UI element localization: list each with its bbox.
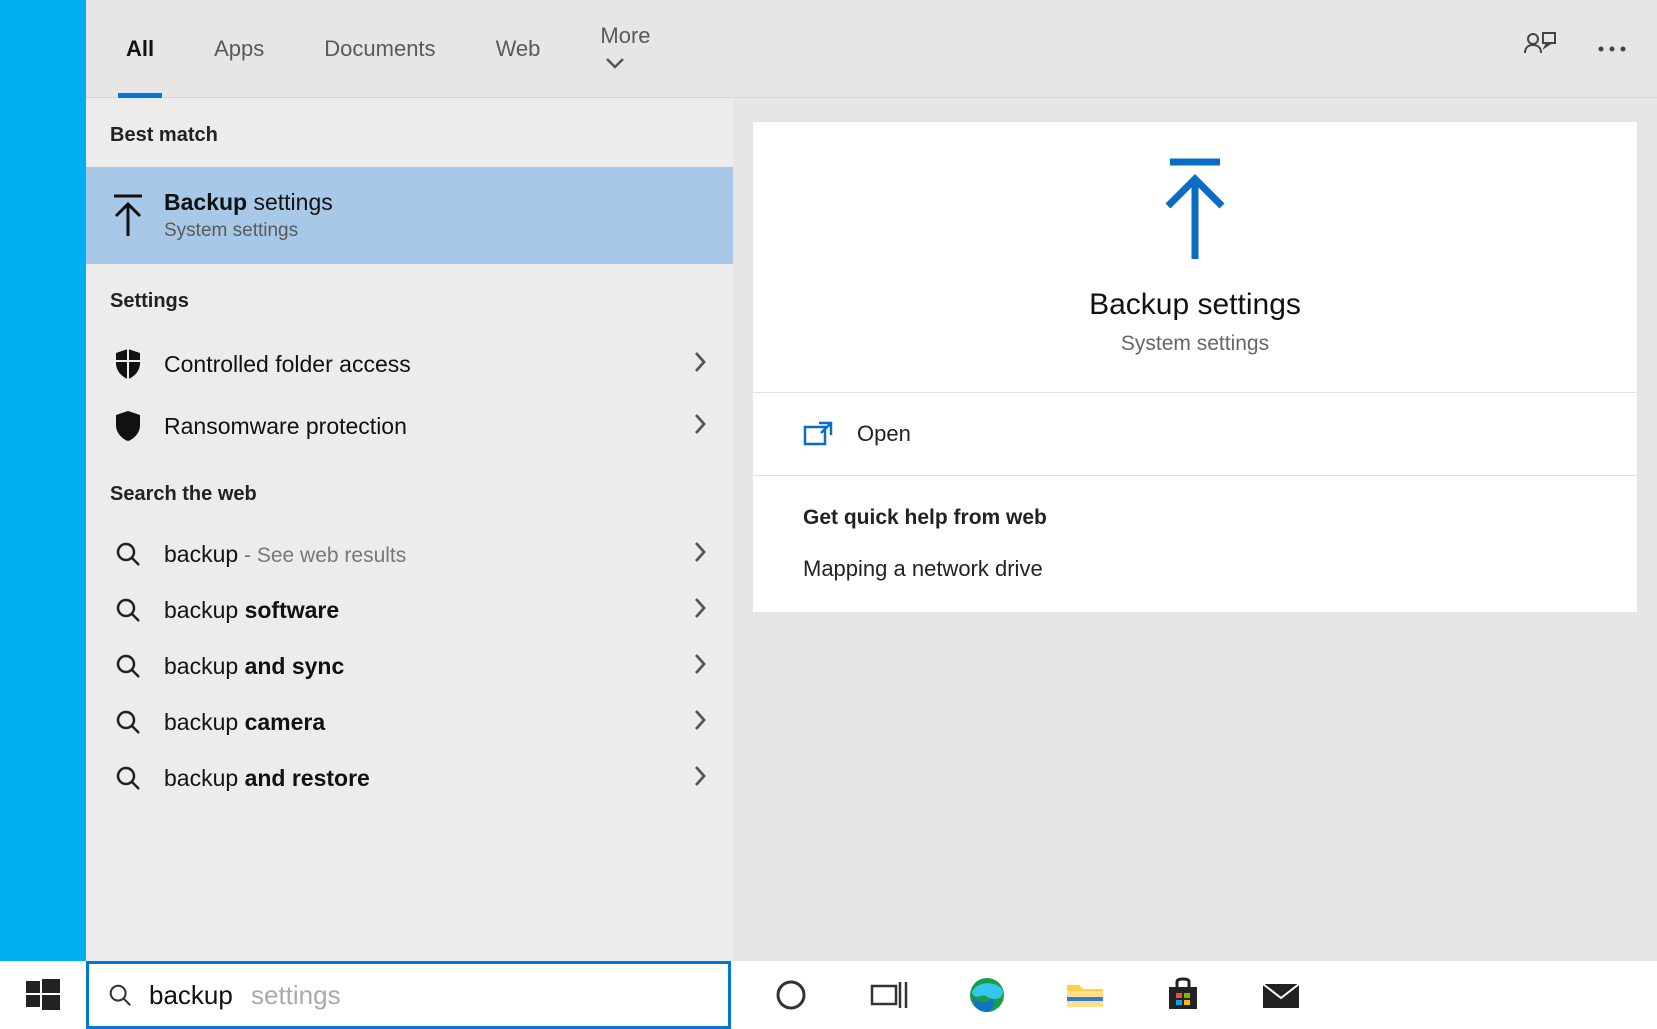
taskbar: settings — [0, 961, 1657, 1029]
chevron-right-icon — [683, 709, 707, 736]
preview-subtitle: System settings — [1121, 332, 1269, 356]
open-icon — [803, 421, 833, 447]
search-icon — [114, 596, 142, 624]
search-icon — [114, 540, 142, 568]
best-match-subtitle: System settings — [164, 220, 707, 242]
web-result[interactable]: backup and restore — [86, 750, 733, 806]
tab-apps[interactable]: Apps — [204, 28, 274, 70]
windows-logo-icon — [26, 978, 60, 1012]
chevron-right-icon — [683, 765, 707, 792]
feedback-icon[interactable] — [1523, 31, 1557, 66]
section-settings: Settings — [86, 264, 733, 333]
help-heading: Get quick help from web — [803, 506, 1587, 530]
taskbar-cortana[interactable] — [771, 975, 811, 1015]
cortana-icon — [774, 978, 808, 1012]
taskbar-edge[interactable] — [967, 975, 1007, 1015]
shield-icon — [113, 409, 143, 443]
chevron-right-icon — [683, 541, 707, 568]
web-result[interactable]: backup software — [86, 582, 733, 638]
search-icon — [114, 764, 142, 792]
taskbar-search-box[interactable]: settings — [86, 961, 731, 1029]
folder-icon — [1065, 979, 1105, 1011]
chevron-right-icon — [683, 597, 707, 624]
help-link-mapping-network-drive[interactable]: Mapping a network drive — [803, 556, 1587, 582]
preview-title: Backup settings — [1089, 288, 1301, 322]
preview-card: Backup settings System settings Open — [753, 122, 1637, 612]
web-result[interactable]: backup camera — [86, 694, 733, 750]
preview-open-label: Open — [857, 421, 911, 447]
section-search-web: Search the web — [86, 457, 733, 526]
taskbar-file-explorer[interactable] — [1065, 975, 1105, 1015]
tab-web[interactable]: Web — [486, 28, 551, 70]
web-result-label: backup and sync — [164, 653, 683, 680]
web-result-label: backup camera — [164, 709, 683, 736]
search-icon — [114, 708, 142, 736]
section-best-match: Best match — [86, 98, 733, 167]
chevron-right-icon — [683, 413, 707, 440]
preview-open-action[interactable]: Open — [753, 393, 1637, 475]
search-autocomplete-hint: settings — [251, 980, 341, 1011]
web-result[interactable]: backup and sync — [86, 638, 733, 694]
best-match-title: Backup settings — [164, 189, 707, 216]
search-filter-tabs: All Apps Documents Web More — [86, 0, 733, 98]
web-result[interactable]: backup - See web results — [86, 526, 733, 582]
settings-result-ransomware[interactable]: Ransomware protection — [86, 395, 733, 457]
search-icon — [114, 652, 142, 680]
search-input[interactable] — [149, 980, 249, 1011]
edge-icon — [968, 976, 1006, 1014]
taskbar-mail[interactable] — [1261, 975, 1301, 1015]
search-icon — [107, 982, 133, 1008]
more-options-icon[interactable] — [1597, 40, 1627, 58]
tab-more[interactable]: More — [590, 15, 673, 83]
shield-icon — [113, 347, 143, 381]
tab-all[interactable]: All — [116, 28, 164, 70]
settings-result-label: Ransomware protection — [164, 413, 683, 440]
left-accent-rail — [0, 0, 86, 961]
taskbar-store[interactable] — [1163, 975, 1203, 1015]
chevron-right-icon — [683, 653, 707, 680]
mail-icon — [1261, 980, 1301, 1010]
taskbar-task-view[interactable] — [869, 975, 909, 1015]
chevron-down-icon — [606, 57, 624, 69]
settings-result-controlled-folder[interactable]: Controlled folder access — [86, 333, 733, 395]
settings-result-label: Controlled folder access — [164, 351, 683, 378]
backup-arrow-icon — [1150, 154, 1240, 264]
task-view-icon — [870, 980, 908, 1010]
backup-arrow-icon — [108, 192, 148, 240]
web-result-label: backup software — [164, 597, 683, 624]
store-icon — [1165, 977, 1201, 1013]
tab-documents[interactable]: Documents — [314, 28, 445, 70]
web-result-label: backup - See web results — [164, 541, 683, 568]
best-match-result[interactable]: Backup settings System settings — [86, 167, 733, 264]
start-button[interactable] — [0, 961, 86, 1029]
web-result-label: backup and restore — [164, 765, 683, 792]
chevron-right-icon — [683, 351, 707, 378]
